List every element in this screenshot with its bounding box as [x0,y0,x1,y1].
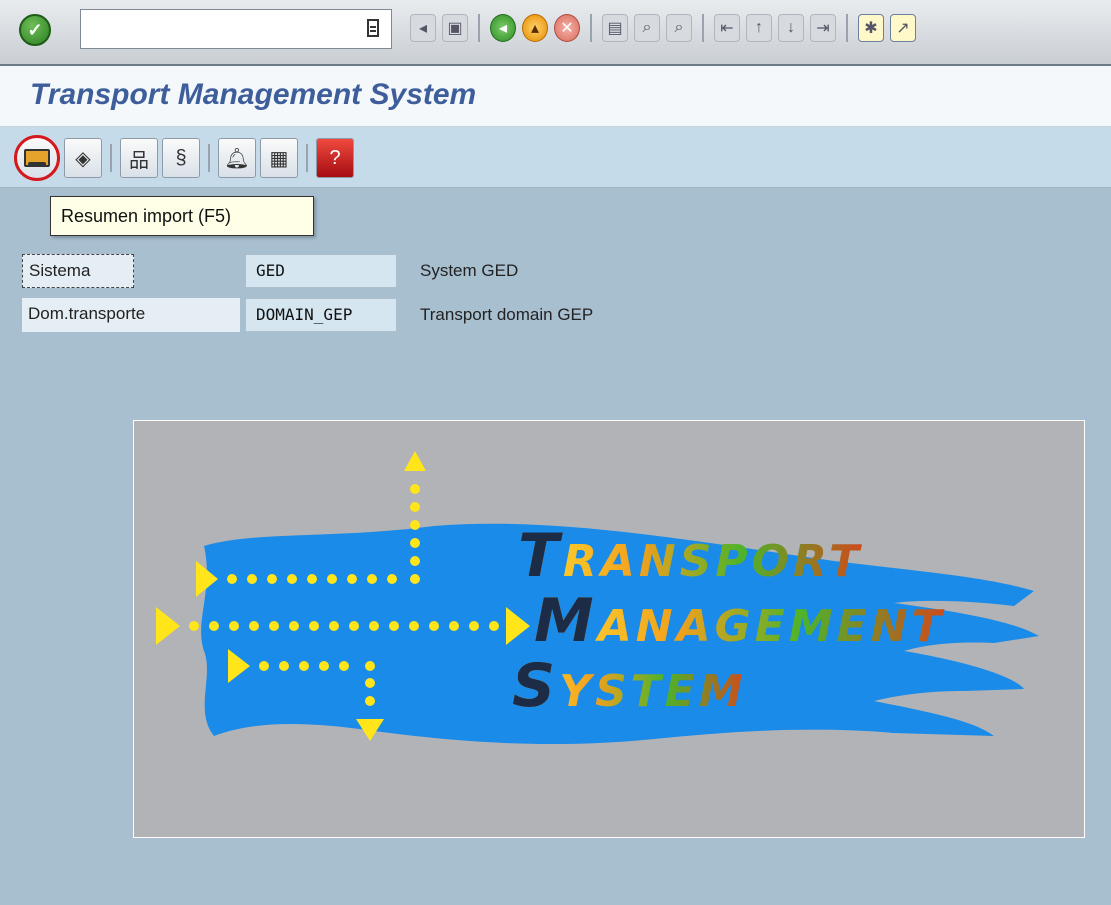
print-icon[interactable]: ▤ [602,14,628,42]
next-page-icon[interactable]: ↓ [778,14,804,42]
logo-line-transport: TRANSPORT [518,521,863,591]
green-back-icon[interactable]: ◂ [490,14,516,42]
transport-domain-description: Transport domain GEP [420,305,594,324]
help-button[interactable]: ? [316,138,354,178]
separator [306,144,308,172]
tms-log-button[interactable]: ▦ [260,138,298,178]
system-field: GED [245,254,397,288]
system-description: System GED [420,261,519,280]
cancel-icon[interactable]: ✕ [554,14,580,42]
tms-splash-image: TRANSPORT MANAGEMENT SYSTEM [133,420,1085,838]
back-icon[interactable]: ◂ [410,14,436,42]
system-toolbar: ✓ ◂ ▣ ◂ ▴ ✕ ▤ ⌕ ⌕ ⇤ ↑ ↓ ⇥ ✱ ↗ [0,0,1111,66]
hierarchy-icon: 品 [129,149,149,172]
transport-routes-button[interactable]: § [162,138,200,178]
exit-icon[interactable]: ▴ [522,14,548,42]
application-toolbar: ◈ 品 § 🔔︎ ▦ ? [0,127,1111,188]
last-page-icon[interactable]: ⇥ [810,14,836,42]
system-icons: ◂ ▣ ◂ ▴ ✕ ▤ ⌕ ⌕ ⇤ ↑ ↓ ⇥ ✱ ↗ [410,14,916,42]
truck-icon [24,149,50,167]
separator [208,144,210,172]
find-next-icon[interactable]: ⌕ [666,14,692,42]
routes-icon: § [175,146,187,169]
import-overview-button[interactable] [14,135,60,181]
bell-icon: 🔔︎ [224,147,250,170]
first-page-icon[interactable]: ⇤ [714,14,740,42]
system-overview-button[interactable]: 品 [120,138,158,178]
system-label[interactable]: Sistema [22,254,134,288]
import-monitor-button[interactable]: ◈ [64,138,102,178]
package-icon: ◈ [75,147,91,170]
separator [702,14,704,42]
logo-line-system: SYSTEM [512,651,747,721]
prev-page-icon[interactable]: ↑ [746,14,772,42]
save-icon[interactable]: ▣ [442,14,468,42]
tooltip: Resumen import (F5) [50,196,314,236]
log-icon: ▦ [269,147,289,170]
transport-domain-field: DOMAIN_GEP [245,298,397,332]
help-icon: ? [329,146,341,169]
logo-line-management: MANAGEMENT [534,586,946,656]
transport-domain-label: Dom.transporte [22,298,240,332]
command-field[interactable] [80,9,392,49]
new-session-icon[interactable]: ✱ [858,14,884,42]
separator [478,14,480,42]
page-title: Transport Management System [30,78,477,111]
separator [590,14,592,42]
title-bar: Transport Management System [0,66,1111,127]
separator [110,144,112,172]
shortcut-icon[interactable]: ↗ [890,14,916,42]
command-history-icon[interactable] [367,19,379,37]
alert-monitor-button[interactable]: 🔔︎ [218,138,256,178]
checkmark-icon: ✓ [19,14,51,46]
find-icon[interactable]: ⌕ [634,14,660,42]
enter-button[interactable]: ✓ [10,8,60,52]
separator [846,14,848,42]
